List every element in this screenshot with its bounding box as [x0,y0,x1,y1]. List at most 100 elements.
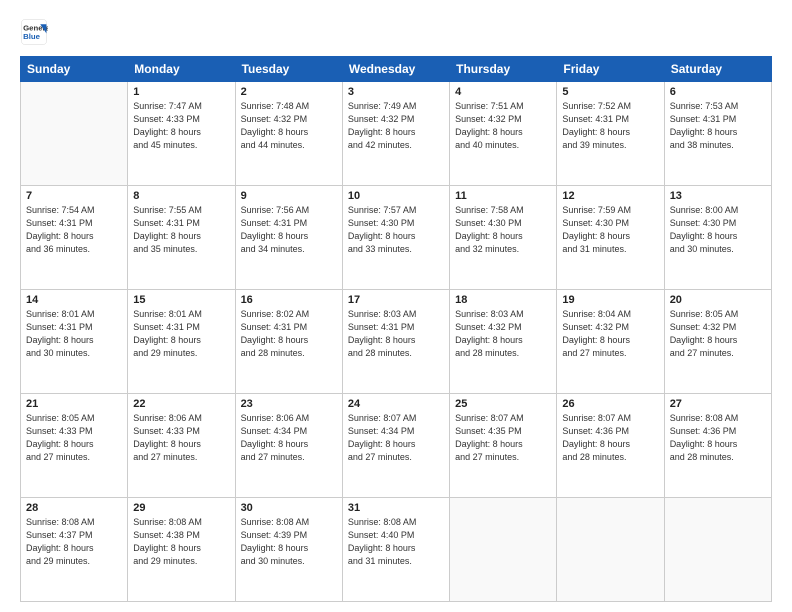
day-number: 12 [562,190,658,202]
day-number: 7 [26,190,122,202]
day-info: Sunrise: 7:57 AM Sunset: 4:30 PM Dayligh… [348,204,444,256]
calendar-cell: 15Sunrise: 8:01 AM Sunset: 4:31 PM Dayli… [128,290,235,394]
day-info: Sunrise: 8:07 AM Sunset: 4:35 PM Dayligh… [455,412,551,464]
day-info: Sunrise: 7:59 AM Sunset: 4:30 PM Dayligh… [562,204,658,256]
day-number: 23 [241,398,337,410]
day-number: 14 [26,294,122,306]
week-row-5: 28 Sunrise: 8:08 AM Sunset: 4:37 PM Dayli… [21,498,772,602]
day-info: Sunrise: 8:01 AM Sunset: 4:31 PM Dayligh… [133,308,229,360]
day-info: Sunrise: 8:08 AM Sunset: 4:36 PM Dayligh… [670,412,766,464]
day-info: Sunrise: 8:05 AM Sunset: 4:32 PM Dayligh… [670,308,766,360]
calendar-cell: 7 Sunrise: 7:54 AM Sunset: 4:31 PM Daylig… [21,186,128,290]
weekday-header-monday: Monday [128,57,235,82]
day-number: 2 [241,86,337,98]
calendar-cell: 25Sunrise: 8:07 AM Sunset: 4:35 PM Dayli… [450,394,557,498]
day-info: Sunrise: 8:08 AM Sunset: 4:38 PM Dayligh… [133,516,229,568]
weekday-header-thursday: Thursday [450,57,557,82]
day-number: 17 [348,294,444,306]
calendar-cell: 23 Sunrise: 8:06 AM Sunset: 4:34 PM Dayli… [235,394,342,498]
calendar-cell: 28 Sunrise: 8:08 AM Sunset: 4:37 PM Dayli… [21,498,128,602]
day-number: 18 [455,294,551,306]
day-number: 11 [455,190,551,202]
day-number: 29 [133,502,229,514]
day-number: 30 [241,502,337,514]
day-info: Sunrise: 8:07 AM Sunset: 4:34 PM Dayligh… [348,412,444,464]
day-number: 24 [348,398,444,410]
day-info: Sunrise: 8:01 AM Sunset: 4:31 PM Dayligh… [26,308,122,360]
header: General Blue [20,18,772,46]
day-info: Sunrise: 8:03 AM Sunset: 4:31 PM Dayligh… [348,308,444,360]
weekday-header-sunday: Sunday [21,57,128,82]
calendar-cell: 27 Sunrise: 8:08 AM Sunset: 4:36 PM Dayli… [664,394,771,498]
svg-text:Blue: Blue [23,32,41,41]
calendar-cell [664,498,771,602]
calendar-cell: 16 Sunrise: 8:02 AM Sunset: 4:31 PM Dayli… [235,290,342,394]
calendar-cell: 19 Sunrise: 8:04 AM Sunset: 4:32 PM Dayli… [557,290,664,394]
week-row-4: 21 Sunrise: 8:05 AM Sunset: 4:33 PM Dayli… [21,394,772,498]
calendar-cell: 2 Sunrise: 7:48 AM Sunset: 4:32 PM Daylig… [235,82,342,186]
day-info: Sunrise: 8:06 AM Sunset: 4:33 PM Dayligh… [133,412,229,464]
calendar-cell: 5 Sunrise: 7:52 AM Sunset: 4:31 PM Daylig… [557,82,664,186]
day-number: 5 [562,86,658,98]
day-info: Sunrise: 7:58 AM Sunset: 4:30 PM Dayligh… [455,204,551,256]
page: General Blue SundayMondayTuesdayWednesda… [0,0,792,612]
day-info: Sunrise: 8:04 AM Sunset: 4:32 PM Dayligh… [562,308,658,360]
day-info: Sunrise: 8:07 AM Sunset: 4:36 PM Dayligh… [562,412,658,464]
day-info: Sunrise: 7:52 AM Sunset: 4:31 PM Dayligh… [562,100,658,152]
day-info: Sunrise: 7:54 AM Sunset: 4:31 PM Dayligh… [26,204,122,256]
day-info: Sunrise: 7:51 AM Sunset: 4:32 PM Dayligh… [455,100,551,152]
calendar-cell: 20 Sunrise: 8:05 AM Sunset: 4:32 PM Dayli… [664,290,771,394]
day-number: 27 [670,398,766,410]
day-info: Sunrise: 7:53 AM Sunset: 4:31 PM Dayligh… [670,100,766,152]
day-number: 22 [133,398,229,410]
day-info: Sunrise: 7:47 AM Sunset: 4:33 PM Dayligh… [133,100,229,152]
day-number: 31 [348,502,444,514]
weekday-header-wednesday: Wednesday [342,57,449,82]
day-number: 26 [562,398,658,410]
calendar-cell: 18Sunrise: 8:03 AM Sunset: 4:32 PM Dayli… [450,290,557,394]
calendar-cell [21,82,128,186]
week-row-2: 7 Sunrise: 7:54 AM Sunset: 4:31 PM Daylig… [21,186,772,290]
day-info: Sunrise: 7:56 AM Sunset: 4:31 PM Dayligh… [241,204,337,256]
day-info: Sunrise: 8:05 AM Sunset: 4:33 PM Dayligh… [26,412,122,464]
calendar-cell: 14 Sunrise: 8:01 AM Sunset: 4:31 PM Dayli… [21,290,128,394]
calendar-cell: 4Sunrise: 7:51 AM Sunset: 4:32 PM Daylig… [450,82,557,186]
day-info: Sunrise: 7:48 AM Sunset: 4:32 PM Dayligh… [241,100,337,152]
day-info: Sunrise: 8:06 AM Sunset: 4:34 PM Dayligh… [241,412,337,464]
day-info: Sunrise: 8:00 AM Sunset: 4:30 PM Dayligh… [670,204,766,256]
calendar: SundayMondayTuesdayWednesdayThursdayFrid… [20,56,772,602]
weekday-header-saturday: Saturday [664,57,771,82]
calendar-cell: 13Sunrise: 8:00 AM Sunset: 4:30 PM Dayli… [664,186,771,290]
logo-icon: General Blue [20,18,48,46]
week-row-3: 14 Sunrise: 8:01 AM Sunset: 4:31 PM Dayli… [21,290,772,394]
day-number: 19 [562,294,658,306]
day-info: Sunrise: 8:08 AM Sunset: 4:37 PM Dayligh… [26,516,122,568]
day-info: Sunrise: 8:02 AM Sunset: 4:31 PM Dayligh… [241,308,337,360]
calendar-cell: 26 Sunrise: 8:07 AM Sunset: 4:36 PM Dayli… [557,394,664,498]
calendar-cell: 8 Sunrise: 7:55 AM Sunset: 4:31 PM Daylig… [128,186,235,290]
weekday-header-friday: Friday [557,57,664,82]
calendar-cell: 30 Sunrise: 8:08 AM Sunset: 4:39 PM Dayli… [235,498,342,602]
weekday-header-tuesday: Tuesday [235,57,342,82]
calendar-cell: 12 Sunrise: 7:59 AM Sunset: 4:30 PM Dayli… [557,186,664,290]
day-number: 8 [133,190,229,202]
day-number: 20 [670,294,766,306]
calendar-cell: 24 Sunrise: 8:07 AM Sunset: 4:34 PM Dayli… [342,394,449,498]
logo: General Blue [20,18,48,46]
day-number: 21 [26,398,122,410]
calendar-cell: 10Sunrise: 7:57 AM Sunset: 4:30 PM Dayli… [342,186,449,290]
calendar-cell: 6Sunrise: 7:53 AM Sunset: 4:31 PM Daylig… [664,82,771,186]
day-info: Sunrise: 7:49 AM Sunset: 4:32 PM Dayligh… [348,100,444,152]
calendar-cell: 29 Sunrise: 8:08 AM Sunset: 4:38 PM Dayli… [128,498,235,602]
day-number: 16 [241,294,337,306]
calendar-cell: 22 Sunrise: 8:06 AM Sunset: 4:33 PM Dayli… [128,394,235,498]
day-number: 28 [26,502,122,514]
calendar-cell: 9 Sunrise: 7:56 AM Sunset: 4:31 PM Daylig… [235,186,342,290]
day-number: 3 [348,86,444,98]
calendar-cell: 21 Sunrise: 8:05 AM Sunset: 4:33 PM Dayli… [21,394,128,498]
day-info: Sunrise: 8:08 AM Sunset: 4:39 PM Dayligh… [241,516,337,568]
week-row-1: 1Sunrise: 7:47 AM Sunset: 4:33 PM Daylig… [21,82,772,186]
day-info: Sunrise: 7:55 AM Sunset: 4:31 PM Dayligh… [133,204,229,256]
weekday-header-row: SundayMondayTuesdayWednesdayThursdayFrid… [21,57,772,82]
day-number: 9 [241,190,337,202]
